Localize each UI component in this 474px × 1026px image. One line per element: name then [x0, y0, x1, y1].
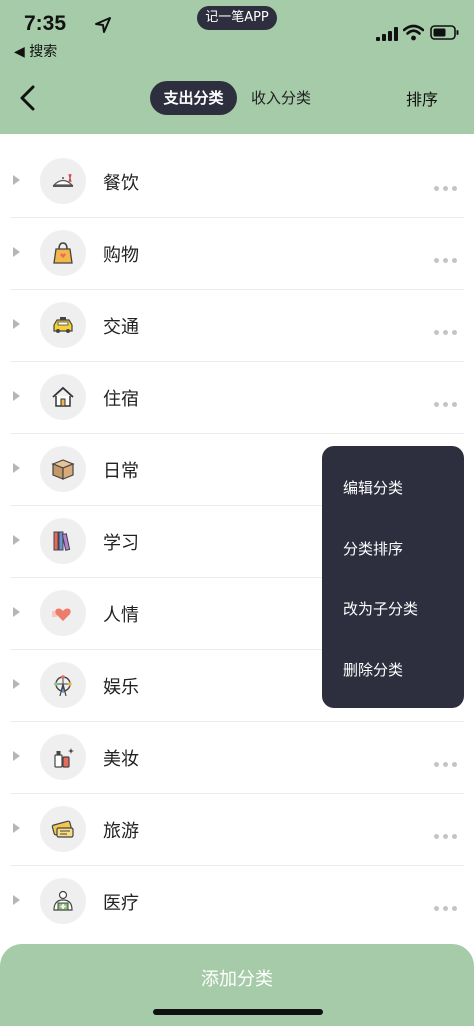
category-label: 交通	[103, 317, 139, 338]
menu-item-sort-categories[interactable]: 分类排序	[343, 538, 403, 559]
category-icon	[40, 806, 86, 852]
expand-arrow-icon[interactable]	[13, 463, 20, 473]
shopping-bag-icon	[53, 242, 73, 264]
category-label: 旅游	[103, 821, 139, 842]
category-icon	[40, 590, 86, 636]
category-row-shopping[interactable]: 购物	[0, 218, 474, 290]
status-bar: 7:35 ◀ 搜索 记一笔APP	[0, 0, 474, 60]
expand-arrow-icon[interactable]	[13, 175, 20, 185]
more-options-icon[interactable]	[434, 320, 464, 335]
more-options-icon[interactable]	[434, 896, 464, 911]
category-row-medical[interactable]: 医疗	[0, 866, 474, 938]
category-row-lodging[interactable]: 住宿	[0, 362, 474, 434]
house-icon	[52, 386, 74, 407]
category-label: 购物	[103, 245, 139, 266]
category-row-dining[interactable]: 餐饮	[0, 146, 474, 218]
home-indicator	[153, 1009, 323, 1015]
tab-income-categories[interactable]: 收入分类	[244, 81, 318, 115]
more-options-icon[interactable]	[434, 392, 464, 407]
expand-arrow-icon[interactable]	[13, 247, 20, 257]
expand-arrow-icon[interactable]	[13, 607, 20, 617]
category-label: 人情	[103, 605, 139, 626]
back-to-app-link[interactable]: ◀ 搜索	[14, 41, 57, 61]
box-icon	[51, 459, 75, 480]
more-options-icon[interactable]	[434, 176, 464, 191]
category-icon	[40, 158, 86, 204]
expand-arrow-icon[interactable]	[13, 679, 20, 689]
more-options-icon[interactable]	[434, 824, 464, 839]
expand-arrow-icon[interactable]	[13, 823, 20, 833]
expand-arrow-icon[interactable]	[13, 535, 20, 545]
category-icon	[40, 878, 86, 924]
category-icon	[40, 518, 86, 564]
cosmetics-icon	[54, 748, 74, 768]
add-category-bar[interactable]: 添加分类	[0, 944, 474, 1026]
ferris-wheel-icon	[54, 675, 72, 697]
expand-arrow-icon[interactable]	[13, 391, 20, 401]
ticket-icon	[51, 820, 74, 838]
sort-button[interactable]: 排序	[406, 86, 438, 110]
books-icon	[53, 531, 71, 551]
more-options-icon[interactable]	[434, 248, 464, 263]
category-label: 医疗	[103, 893, 139, 914]
menu-item-make-subcategory[interactable]: 改为子分类	[343, 598, 418, 619]
category-icon	[40, 734, 86, 780]
category-label: 学习	[103, 533, 139, 554]
category-label: 住宿	[103, 389, 139, 410]
tab-expense-categories[interactable]: 支出分类	[150, 81, 237, 115]
category-row-cosmetics[interactable]: 美妆	[0, 722, 474, 794]
category-label: 日常	[103, 461, 139, 482]
header-bar: 7:35 ◀ 搜索 记一笔APP 支出分类 收入分类 排序	[0, 0, 474, 134]
category-icon	[40, 230, 86, 276]
category-icon	[40, 302, 86, 348]
expand-arrow-icon[interactable]	[13, 895, 20, 905]
category-context-menu: 编辑分类 分类排序 改为子分类 删除分类	[322, 446, 464, 708]
battery-icon	[430, 25, 459, 40]
expand-arrow-icon[interactable]	[13, 319, 20, 329]
menu-item-delete-category[interactable]: 删除分类	[343, 659, 403, 680]
category-icon	[40, 446, 86, 492]
wifi-icon	[403, 24, 424, 41]
status-time: 7:35	[24, 12, 67, 35]
cellular-signal-icon	[376, 27, 398, 41]
heart-icon	[52, 608, 71, 621]
expand-arrow-icon[interactable]	[13, 751, 20, 761]
menu-item-edit-category[interactable]: 编辑分类	[343, 477, 403, 498]
location-arrow-icon	[95, 17, 111, 33]
add-category-button[interactable]: 添加分类	[0, 965, 474, 991]
app-name-pill: 记一笔APP	[197, 6, 277, 30]
category-row-travel[interactable]: 旅游	[0, 794, 474, 866]
dining-icon	[52, 173, 74, 187]
category-row-transport[interactable]: 交通	[0, 290, 474, 362]
back-icon[interactable]	[14, 83, 44, 113]
category-icon	[40, 374, 86, 420]
category-label: 娱乐	[103, 677, 139, 698]
medical-icon	[53, 890, 73, 911]
more-options-icon[interactable]	[434, 752, 464, 767]
category-label: 餐饮	[103, 173, 139, 194]
category-icon	[40, 662, 86, 708]
category-label: 美妆	[103, 749, 139, 770]
taxi-icon	[53, 317, 73, 333]
